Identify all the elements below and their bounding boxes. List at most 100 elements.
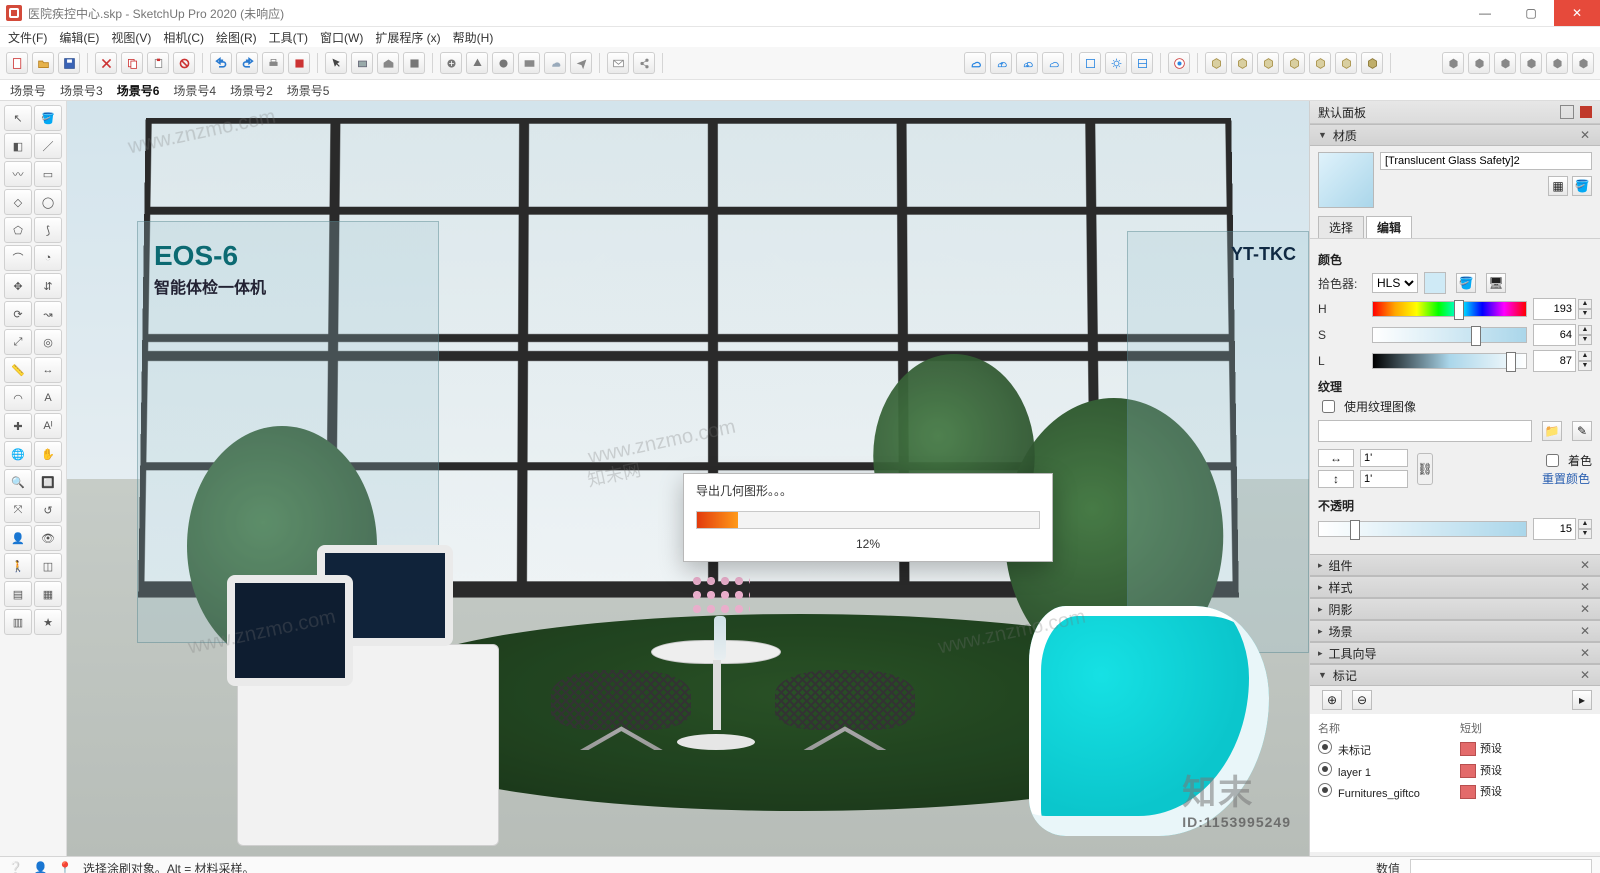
position-camera-icon[interactable]: 👤 xyxy=(4,525,32,551)
cloud-upload-icon[interactable] xyxy=(990,52,1012,74)
zoom-extents-icon[interactable]: ⤧ xyxy=(4,497,32,523)
visibility-icon[interactable] xyxy=(1318,762,1332,776)
arc-tool-icon[interactable]: ⟆ xyxy=(34,217,62,243)
close-icon[interactable] xyxy=(1580,106,1592,118)
menu-edit[interactable]: 编辑(E) xyxy=(59,29,99,46)
menu-tools[interactable]: 工具(T) xyxy=(269,29,308,46)
hue-input[interactable] xyxy=(1533,298,1576,320)
push-pull-tool-icon[interactable]: ⇵ xyxy=(34,273,62,299)
panel-components[interactable]: ▸组件✕ xyxy=(1310,554,1600,576)
menu-file[interactable]: 文件(F) xyxy=(8,29,47,46)
menu-ext[interactable]: 扩展程序 (x) xyxy=(375,29,440,46)
menu-view[interactable]: 视图(V) xyxy=(111,29,151,46)
tape-tool-icon[interactable]: 📏 xyxy=(4,357,32,383)
panel-close-icon[interactable]: ✕ xyxy=(1578,668,1592,682)
style-icon[interactable] xyxy=(1131,52,1153,74)
line-tool-icon[interactable]: ／ xyxy=(34,133,62,159)
walk-icon[interactable]: 🚶 xyxy=(4,553,32,579)
offset-tool-icon[interactable]: ◎ xyxy=(34,329,62,355)
spinner-up-icon[interactable]: ▲ xyxy=(1578,351,1592,361)
reset-color-link[interactable]: 重置颜色 xyxy=(1542,472,1590,486)
pan-tool-icon[interactable]: ✋ xyxy=(34,441,62,467)
visibility-icon[interactable] xyxy=(1318,740,1332,754)
tag-row[interactable]: layer 1 xyxy=(1318,762,1450,779)
two-pt-arc-tool-icon[interactable]: ⌒ xyxy=(4,245,32,271)
menu-camera[interactable]: 相机(C) xyxy=(163,29,204,46)
component-button[interactable] xyxy=(351,52,373,74)
tag-color-chip[interactable] xyxy=(1460,764,1476,778)
view-iso-icon[interactable] xyxy=(1205,52,1227,74)
dimension-tool-icon[interactable]: ↔ xyxy=(34,357,62,383)
solid-tool-6-icon[interactable] xyxy=(1572,52,1594,74)
scene-tab[interactable]: 场景号4 xyxy=(173,82,216,99)
section-fill-icon[interactable]: ▦ xyxy=(34,581,62,607)
scene-tab[interactable]: 场景号3 xyxy=(60,82,103,99)
tag-color-chip[interactable] xyxy=(1460,742,1476,756)
panel-styles[interactable]: ▸样式✕ xyxy=(1310,576,1600,598)
delete-button[interactable] xyxy=(173,52,195,74)
add-location-button[interactable] xyxy=(440,52,462,74)
remove-tag-icon[interactable]: ⊖ xyxy=(1352,690,1372,710)
freehand-tool-icon[interactable]: 〰 xyxy=(4,161,32,187)
add-tag-icon[interactable]: ⊕ xyxy=(1322,690,1342,710)
match-object-color-icon[interactable]: 🪣 xyxy=(1456,273,1476,293)
move-tool-icon[interactable]: ✥ xyxy=(4,273,32,299)
light-slider[interactable] xyxy=(1372,353,1527,369)
view-top-icon[interactable] xyxy=(1231,52,1253,74)
status-icon-geo[interactable]: 📍 xyxy=(58,861,73,873)
copy-button[interactable] xyxy=(121,52,143,74)
cloud-settings-icon[interactable] xyxy=(1042,52,1064,74)
cloud-button[interactable] xyxy=(544,52,566,74)
view-back-icon[interactable] xyxy=(1309,52,1331,74)
view-persp-icon[interactable] xyxy=(1361,52,1383,74)
light-input[interactable] xyxy=(1533,350,1576,372)
texture-height-input[interactable] xyxy=(1360,470,1408,488)
maximize-button[interactable]: ▢ xyxy=(1508,0,1554,26)
panel-close-icon[interactable]: ✕ xyxy=(1578,602,1592,616)
scene-tab[interactable]: 场景号5 xyxy=(287,82,330,99)
spinner-up-icon[interactable]: ▲ xyxy=(1578,299,1592,309)
gear-icon[interactable] xyxy=(1105,52,1127,74)
hue-slider[interactable] xyxy=(1372,301,1527,317)
spinner-down-icon[interactable]: ▼ xyxy=(1578,361,1592,371)
view-left-icon[interactable] xyxy=(1335,52,1357,74)
eraser-tool-icon[interactable]: ◧ xyxy=(4,133,32,159)
menu-window[interactable]: 窗口(W) xyxy=(320,29,363,46)
tag-color-chip[interactable] xyxy=(1460,785,1476,799)
model-viewport[interactable]: EOS-6 智能体检一体机 YT-TKC www.znzmo.com www.z… xyxy=(67,101,1309,856)
cloud-sync-icon[interactable] xyxy=(964,52,986,74)
materials-panel-header[interactable]: ▼ 材质 ✕ xyxy=(1310,124,1600,146)
opacity-slider[interactable] xyxy=(1318,521,1527,537)
save-button[interactable] xyxy=(58,52,80,74)
solid-tool-1-icon[interactable] xyxy=(1442,52,1464,74)
spinner-down-icon[interactable]: ▼ xyxy=(1578,309,1592,319)
tag-row[interactable]: 未标记 xyxy=(1318,740,1450,758)
solid-tool-4-icon[interactable] xyxy=(1520,52,1542,74)
tags-menu-icon[interactable]: ▸ xyxy=(1572,690,1592,710)
status-icon-person[interactable]: 👤 xyxy=(33,861,48,873)
scale-tool-icon[interactable]: ⤢ xyxy=(4,329,32,355)
opacity-input[interactable] xyxy=(1533,518,1576,540)
3dw-button[interactable] xyxy=(492,52,514,74)
circle-tool-icon[interactable]: ◯ xyxy=(34,189,62,215)
solid-tool-3-icon[interactable] xyxy=(1494,52,1516,74)
close-button[interactable]: ✕ xyxy=(1554,0,1600,26)
section-plane-icon[interactable]: ◫ xyxy=(34,553,62,579)
axes-tool-icon[interactable]: ✚ xyxy=(4,413,32,439)
browse-texture-icon[interactable]: 📁 xyxy=(1542,421,1562,441)
paint-bucket-tool-icon[interactable]: 🪣 xyxy=(34,105,62,131)
panel-close-icon[interactable]: ✕ xyxy=(1578,558,1592,572)
spinner-down-icon[interactable]: ▼ xyxy=(1578,335,1592,345)
display-secondary-icon[interactable]: ▦ xyxy=(1548,176,1568,196)
follow-me-tool-icon[interactable]: ↝ xyxy=(34,301,62,327)
rotated-rect-tool-icon[interactable]: ◇ xyxy=(4,189,32,215)
extension-button[interactable] xyxy=(403,52,425,74)
tab-edit[interactable]: 编辑 xyxy=(1366,216,1412,238)
orbit-tool-icon[interactable]: 🌐 xyxy=(4,441,32,467)
extra-tool-icon[interactable]: ★ xyxy=(34,609,62,635)
visibility-icon[interactable] xyxy=(1318,783,1332,797)
texture-path-input[interactable] xyxy=(1318,420,1532,442)
material-name-input[interactable] xyxy=(1380,152,1592,170)
panel-close-icon[interactable]: ✕ xyxy=(1578,580,1592,594)
share-button[interactable] xyxy=(633,52,655,74)
